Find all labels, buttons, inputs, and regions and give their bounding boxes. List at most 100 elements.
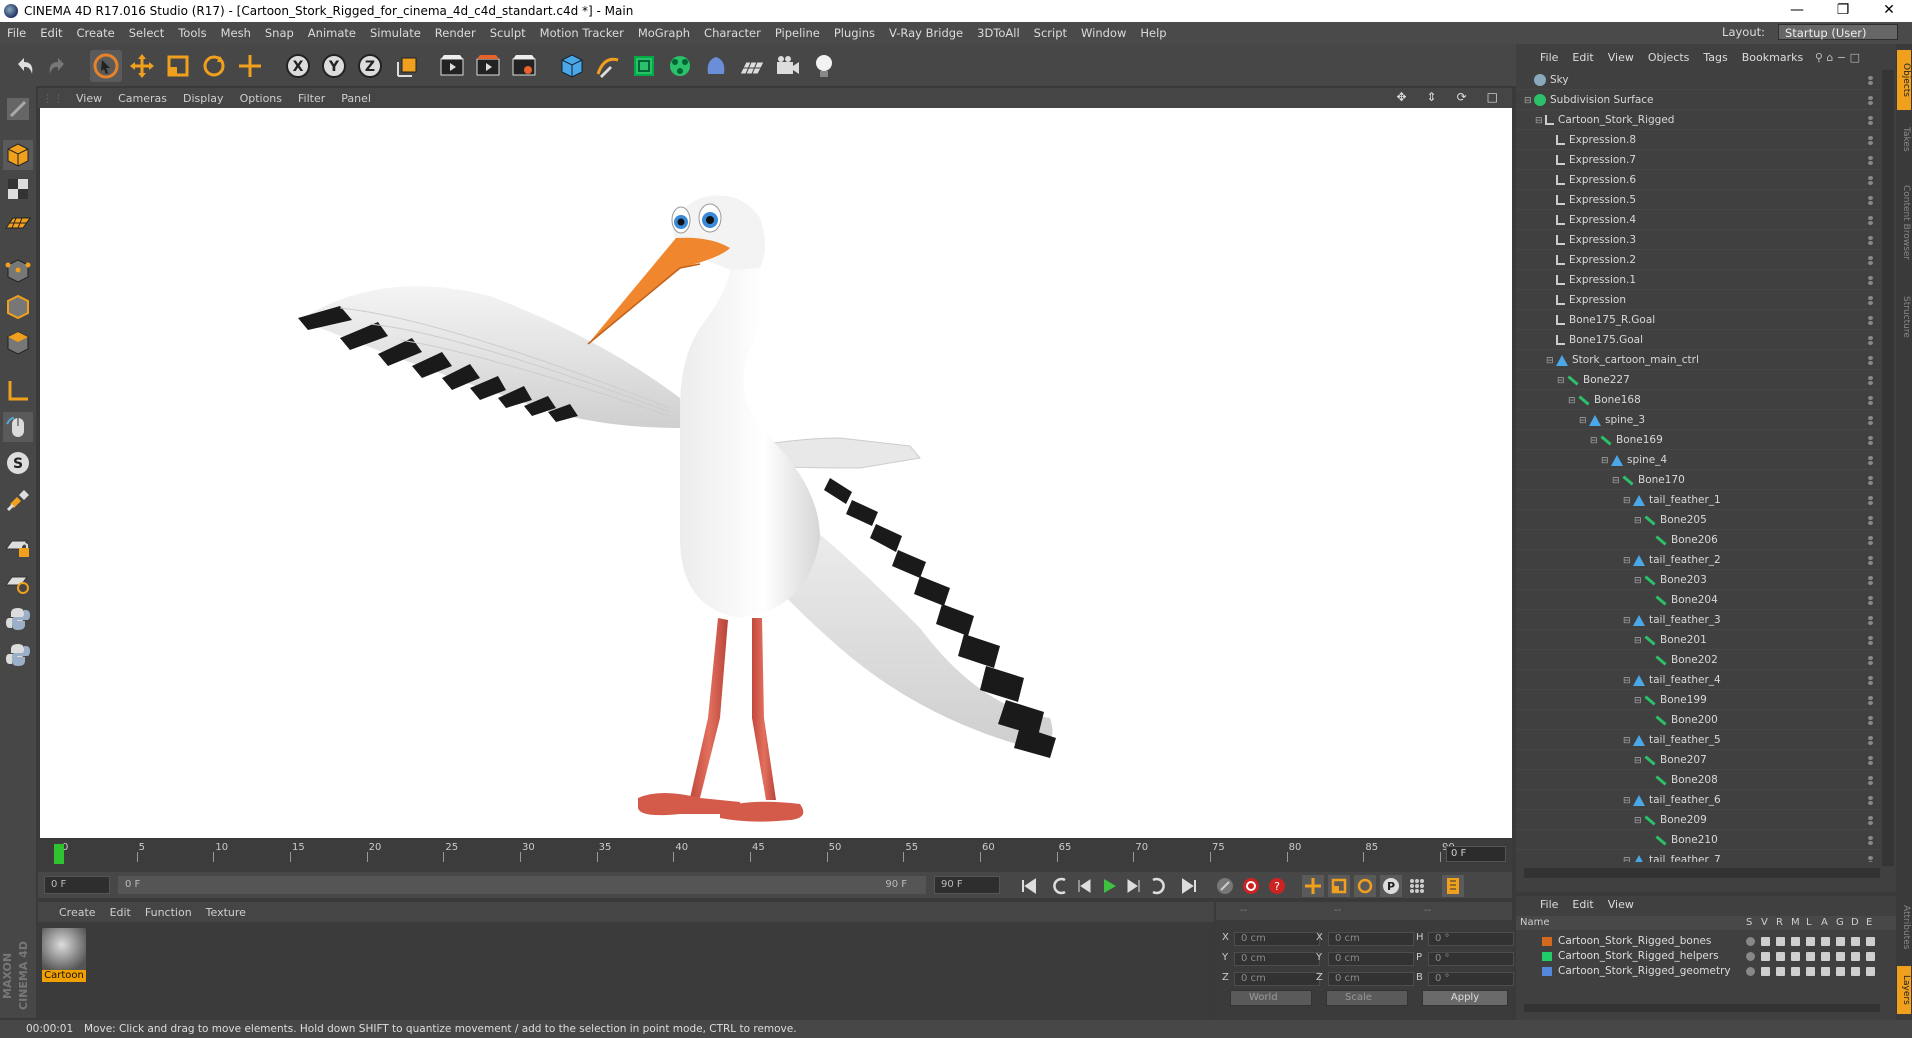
- layer-toggle-icon[interactable]: [1821, 967, 1830, 976]
- visibility-dots[interactable]: [1868, 576, 1874, 586]
- expand-toggle-icon[interactable]: ⊟: [1623, 611, 1633, 631]
- menu-motion-tracker[interactable]: Motion Tracker: [533, 26, 631, 40]
- menu-mesh[interactable]: Mesh: [214, 26, 258, 40]
- object-row[interactable]: ⊟ tail_feather_6: [1516, 790, 1880, 810]
- expand-toggle-icon[interactable]: ⊟: [1524, 91, 1534, 111]
- object-row[interactable]: Expression.6: [1516, 170, 1880, 190]
- frame-ruler[interactable]: 051015202530354045505560657075808590: [50, 842, 1455, 868]
- material-name-label[interactable]: Cartoon: [42, 970, 86, 982]
- layer-color-swatch[interactable]: [1542, 952, 1552, 961]
- expand-toggle-icon[interactable]: ⊟: [1634, 811, 1644, 831]
- coord-value-field[interactable]: 0 cm: [1234, 972, 1320, 986]
- viewport-rotate-icon[interactable]: ⟳: [1449, 90, 1475, 104]
- cube-primitive-button[interactable]: [556, 50, 588, 82]
- object-scrollbar[interactable]: [1882, 70, 1894, 866]
- magnet-icon[interactable]: [3, 486, 33, 516]
- tab-content-browser[interactable]: Content Browser: [1897, 168, 1911, 278]
- expand-toggle-icon[interactable]: ⊟: [1623, 551, 1633, 571]
- python-script-icon[interactable]: [3, 604, 33, 634]
- edges-mode-button[interactable]: [3, 292, 33, 322]
- python-console-icon[interactable]: [3, 640, 33, 670]
- close-button[interactable]: ✕: [1866, 0, 1912, 22]
- render-view-button[interactable]: [436, 50, 468, 82]
- viewport-maximize-icon[interactable]: □: [1479, 90, 1506, 104]
- polygons-mode-button[interactable]: [3, 328, 33, 358]
- layer-row[interactable]: Cartoon_Stork_Rigged_geometry: [1516, 964, 1896, 979]
- recent-tools[interactable]: [234, 50, 266, 82]
- range-slider[interactable]: 0 F 90 F: [118, 876, 926, 894]
- go-to-end-button[interactable]: [1178, 875, 1200, 897]
- object-row[interactable]: ⊟ Bone170: [1516, 470, 1880, 490]
- layer-toggle-icon[interactable]: [1866, 952, 1875, 961]
- object-row[interactable]: ⊟ tail_feather_7: [1516, 850, 1880, 862]
- visibility-dots[interactable]: [1868, 416, 1874, 426]
- coordinate-scale-dropdown[interactable]: Scale: [1326, 990, 1408, 1006]
- layer-toggle-icon[interactable]: [1776, 937, 1785, 946]
- visibility-dots[interactable]: [1868, 636, 1874, 646]
- visibility-dots[interactable]: [1868, 316, 1874, 326]
- visibility-dots[interactable]: [1868, 156, 1874, 166]
- go-to-start-button[interactable]: [1018, 875, 1040, 897]
- expand-toggle-icon[interactable]: ⊟: [1623, 491, 1633, 511]
- record-position-button[interactable]: [1302, 875, 1324, 897]
- object-row[interactable]: ⊟ Bone201: [1516, 630, 1880, 650]
- record-point-level-button[interactable]: [1406, 875, 1428, 897]
- tab-layers[interactable]: Layers: [1897, 966, 1911, 1014]
- material-menu-texture[interactable]: Texture: [199, 906, 253, 919]
- object-row[interactable]: ⊟ Bone169: [1516, 430, 1880, 450]
- object-row[interactable]: Bone206: [1516, 530, 1880, 550]
- menu-3dtoall[interactable]: 3DToAll: [970, 26, 1027, 40]
- visibility-dots[interactable]: [1868, 756, 1874, 766]
- record-active-objects-button[interactable]: [1214, 875, 1236, 897]
- expand-toggle-icon[interactable]: ⊟: [1623, 671, 1633, 691]
- layer-row[interactable]: Cartoon_Stork_Rigged_helpers: [1516, 949, 1896, 964]
- menu-simulate[interactable]: Simulate: [363, 26, 428, 40]
- coordinate-system-button[interactable]: [392, 50, 424, 82]
- model-mode-button[interactable]: [3, 140, 33, 170]
- coordinate-mode-dropdown[interactable]: World: [1230, 990, 1312, 1006]
- object-row[interactable]: Bone175.Goal: [1516, 330, 1880, 350]
- object-row[interactable]: Bone200: [1516, 710, 1880, 730]
- object-row[interactable]: Expression.7: [1516, 150, 1880, 170]
- coord-value-field[interactable]: 0 cm: [1328, 972, 1414, 986]
- rotate-tool[interactable]: [198, 50, 230, 82]
- menu-file[interactable]: File: [0, 26, 33, 40]
- object-row[interactable]: Expression.4: [1516, 210, 1880, 230]
- expand-toggle-icon[interactable]: ⊟: [1535, 111, 1545, 131]
- objects-menu-edit[interactable]: Edit: [1572, 51, 1601, 64]
- visibility-dots[interactable]: [1868, 776, 1874, 786]
- layout-dropdown[interactable]: Startup (User): [1778, 24, 1898, 40]
- previous-frame-button[interactable]: [1074, 875, 1096, 897]
- menu-create[interactable]: Create: [70, 26, 122, 40]
- visibility-dots[interactable]: [1868, 176, 1874, 186]
- object-row[interactable]: Expression.8: [1516, 130, 1880, 150]
- menu-tools[interactable]: Tools: [171, 26, 213, 40]
- axis-mode-button[interactable]: [3, 376, 33, 406]
- coord-value-field[interactable]: 0 cm: [1328, 932, 1414, 946]
- visibility-dots[interactable]: [1868, 496, 1874, 506]
- viewport-menu-filter[interactable]: Filter: [290, 92, 333, 105]
- coord-value-field[interactable]: 0 cm: [1328, 952, 1414, 966]
- y-axis-lock[interactable]: Y: [318, 50, 350, 82]
- viewport-pan-icon[interactable]: ✥: [1388, 90, 1414, 104]
- visibility-dots[interactable]: [1868, 656, 1874, 666]
- live-selection-tool[interactable]: [90, 50, 122, 82]
- object-horizontal-scrollbar[interactable]: [1524, 868, 1880, 878]
- visibility-dots[interactable]: [1868, 796, 1874, 806]
- expand-toggle-icon[interactable]: ⊟: [1634, 511, 1644, 531]
- snap-button[interactable]: S: [3, 448, 33, 478]
- layer-toggle-icon[interactable]: [1821, 952, 1830, 961]
- object-tree[interactable]: Sky ⊟ Subdivision Surface ⊟ Cartoon_Stork_Ri…: [1516, 70, 1880, 862]
- previous-key-button[interactable]: [1050, 875, 1072, 897]
- visibility-dots[interactable]: [1868, 76, 1874, 86]
- visibility-dots[interactable]: [1868, 256, 1874, 266]
- visibility-dots[interactable]: [1868, 856, 1874, 862]
- visibility-dots[interactable]: [1868, 396, 1874, 406]
- menu-character[interactable]: Character: [697, 26, 768, 40]
- viewport-menu-cameras[interactable]: Cameras: [110, 92, 175, 105]
- expand-toggle-icon[interactable]: ⊟: [1590, 431, 1600, 451]
- visibility-dots[interactable]: [1868, 276, 1874, 286]
- tab-takes[interactable]: Takes: [1897, 114, 1911, 164]
- visibility-dots[interactable]: [1868, 596, 1874, 606]
- layer-toggle-icon[interactable]: [1746, 937, 1755, 946]
